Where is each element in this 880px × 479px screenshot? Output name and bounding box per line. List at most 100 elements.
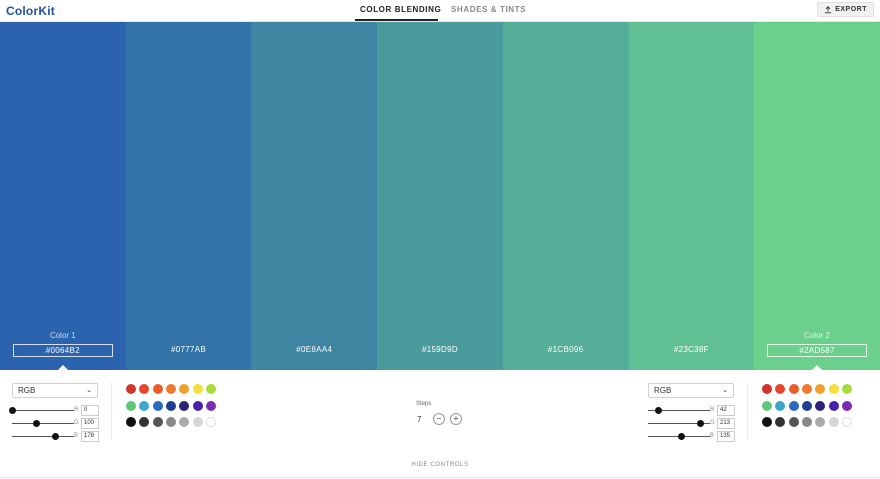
app-header: ColorKit COLOR BLENDING SHADES & TINTS E… — [0, 0, 880, 22]
tab-color-blending[interactable]: COLOR BLENDING — [360, 5, 441, 14]
hide-controls-button[interactable]: HIDE CONTROLS — [0, 462, 880, 468]
palette-color-dot[interactable] — [762, 417, 772, 427]
swatch-hex-input[interactable]: #2AD587 — [767, 344, 868, 357]
palette-color-dot[interactable] — [841, 384, 852, 394]
slider-handle[interactable] — [52, 433, 60, 440]
palette-color-dot[interactable] — [165, 400, 176, 411]
swatch-5[interactable]: #1CB096 — [502, 22, 629, 370]
channel-value-input[interactable]: 100 — [81, 418, 99, 429]
export-button[interactable]: EXPORT — [817, 2, 874, 17]
tab-shades-tints[interactable]: SHADES & TINTS — [451, 5, 526, 14]
swatch-1[interactable]: Color 1 #0064B2 — [0, 22, 126, 371]
palette-color-dot[interactable] — [815, 384, 826, 394]
slider-r: R0 — [9, 405, 102, 417]
color2-mode-value: RGB — [654, 386, 672, 395]
channel-value-input[interactable]: 213 — [717, 418, 735, 429]
palette-color-dot[interactable] — [775, 417, 786, 427]
swatch-hex-label: #23C38F — [673, 345, 709, 354]
palette-color-dot[interactable] — [126, 417, 136, 427]
channel-value-input[interactable]: 42 — [717, 405, 735, 416]
palette-color-dot[interactable] — [801, 417, 812, 427]
palette-color-dot[interactable] — [152, 417, 163, 427]
palette-color-dot[interactable] — [139, 384, 150, 394]
divider — [747, 382, 748, 440]
decrease-steps-button[interactable]: − — [433, 413, 445, 425]
swatch-hex-label: #0777AB — [171, 345, 207, 354]
controls-panel: RGB ⌄ R 0 G 100 B 178 Steps 7 − + RGB ⌄ R 42 G 2… — [0, 370, 880, 479]
active-tab-indicator — [355, 19, 438, 21]
bottom-border — [0, 477, 880, 478]
palette-color-dot[interactable] — [179, 384, 190, 394]
palette-color-dot[interactable] — [801, 384, 812, 394]
channel-value-input[interactable]: 135 — [717, 431, 735, 442]
swatch-hex-label: #1CB096 — [547, 345, 584, 354]
palette-color-dot[interactable] — [139, 400, 150, 411]
palette-color-dot[interactable] — [179, 400, 190, 411]
slider-track[interactable] — [12, 423, 74, 424]
palette-color-dot[interactable] — [165, 384, 176, 394]
palette-color-dot[interactable] — [179, 417, 190, 427]
swatch-3[interactable]: #0E8AA4 — [251, 22, 378, 370]
palette-color-dot[interactable] — [762, 400, 772, 411]
palette-color-dot[interactable] — [205, 384, 216, 394]
swatch-6[interactable]: #23C38F — [628, 22, 755, 370]
slider-track[interactable] — [12, 436, 74, 437]
swatch-color-label: Color 2 — [804, 331, 830, 340]
steps-value: 7 — [417, 415, 422, 424]
palette-color-dot[interactable] — [815, 417, 826, 427]
chevron-down-icon: ⌄ — [722, 387, 728, 394]
slider-handle[interactable] — [33, 420, 41, 427]
palette-color-dot[interactable] — [762, 384, 772, 394]
slider-handle[interactable] — [697, 420, 705, 427]
palette-color-dot[interactable] — [788, 400, 799, 411]
palette-color-dot[interactable] — [126, 400, 136, 411]
palette-color-dot[interactable] — [205, 400, 216, 411]
palette-color-dot[interactable] — [126, 384, 136, 394]
slider-track[interactable] — [12, 410, 74, 411]
color2-mode-select[interactable]: RGB ⌄ — [648, 383, 734, 398]
palette-color-dot[interactable] — [828, 384, 839, 394]
slider-r: R 42 — [648, 405, 738, 417]
palette-color-dot[interactable] — [152, 384, 163, 394]
palette-color-dot[interactable] — [205, 417, 216, 427]
main-tabs: COLOR BLENDING SHADES & TINTS — [0, 0, 880, 22]
palette-color-dot[interactable] — [152, 400, 163, 411]
palette-color-dot[interactable] — [828, 417, 839, 427]
channel-label: B — [710, 433, 715, 439]
slider-handle[interactable] — [654, 407, 662, 414]
channel-label: G — [710, 420, 715, 426]
increase-steps-button[interactable]: + — [450, 413, 462, 425]
swatch-hex-input[interactable]: #0064B2 — [12, 344, 113, 357]
palette-color-dot[interactable] — [788, 417, 799, 427]
channel-label: B — [74, 433, 79, 439]
palette-color-dot[interactable] — [801, 400, 812, 411]
slider-handle[interactable] — [677, 433, 685, 440]
swatch-4[interactable]: #159D9D — [377, 22, 503, 370]
palette-color-dot[interactable] — [841, 400, 852, 411]
channel-label: R — [74, 407, 79, 413]
slider-handle[interactable] — [9, 407, 16, 414]
color1-mode-value: RGB — [18, 386, 36, 395]
palette-color-dot[interactable] — [841, 417, 852, 427]
swatch-7[interactable]: Color 2 #2AD587 — [754, 22, 880, 371]
channel-value-input[interactable]: 0 — [81, 405, 99, 416]
palette-color-dot[interactable] — [192, 400, 203, 411]
palette-color-dot[interactable] — [788, 384, 799, 394]
palette-color-dot[interactable] — [139, 417, 150, 427]
slider-g: G 213 — [648, 418, 738, 430]
palette-color-dot[interactable] — [775, 384, 786, 394]
swatch-color-label: Color 1 — [49, 331, 76, 340]
palette-color-dot[interactable] — [815, 400, 826, 411]
steps-label: Steps — [416, 401, 432, 407]
palette-color-dot[interactable] — [828, 400, 839, 411]
palette-color-dot[interactable] — [192, 384, 203, 394]
color1-mode-select[interactable]: RGB ⌄ — [12, 383, 98, 398]
palette-color-dot[interactable] — [192, 417, 203, 427]
swatch-2[interactable]: #0777AB — [125, 22, 252, 370]
slider-g: G 100 — [12, 418, 102, 430]
palette-color-dot[interactable] — [775, 400, 786, 411]
upload-icon — [825, 5, 832, 13]
channel-label: R — [710, 407, 715, 413]
channel-value-input[interactable]: 178 — [81, 431, 99, 442]
palette-color-dot[interactable] — [165, 417, 176, 427]
